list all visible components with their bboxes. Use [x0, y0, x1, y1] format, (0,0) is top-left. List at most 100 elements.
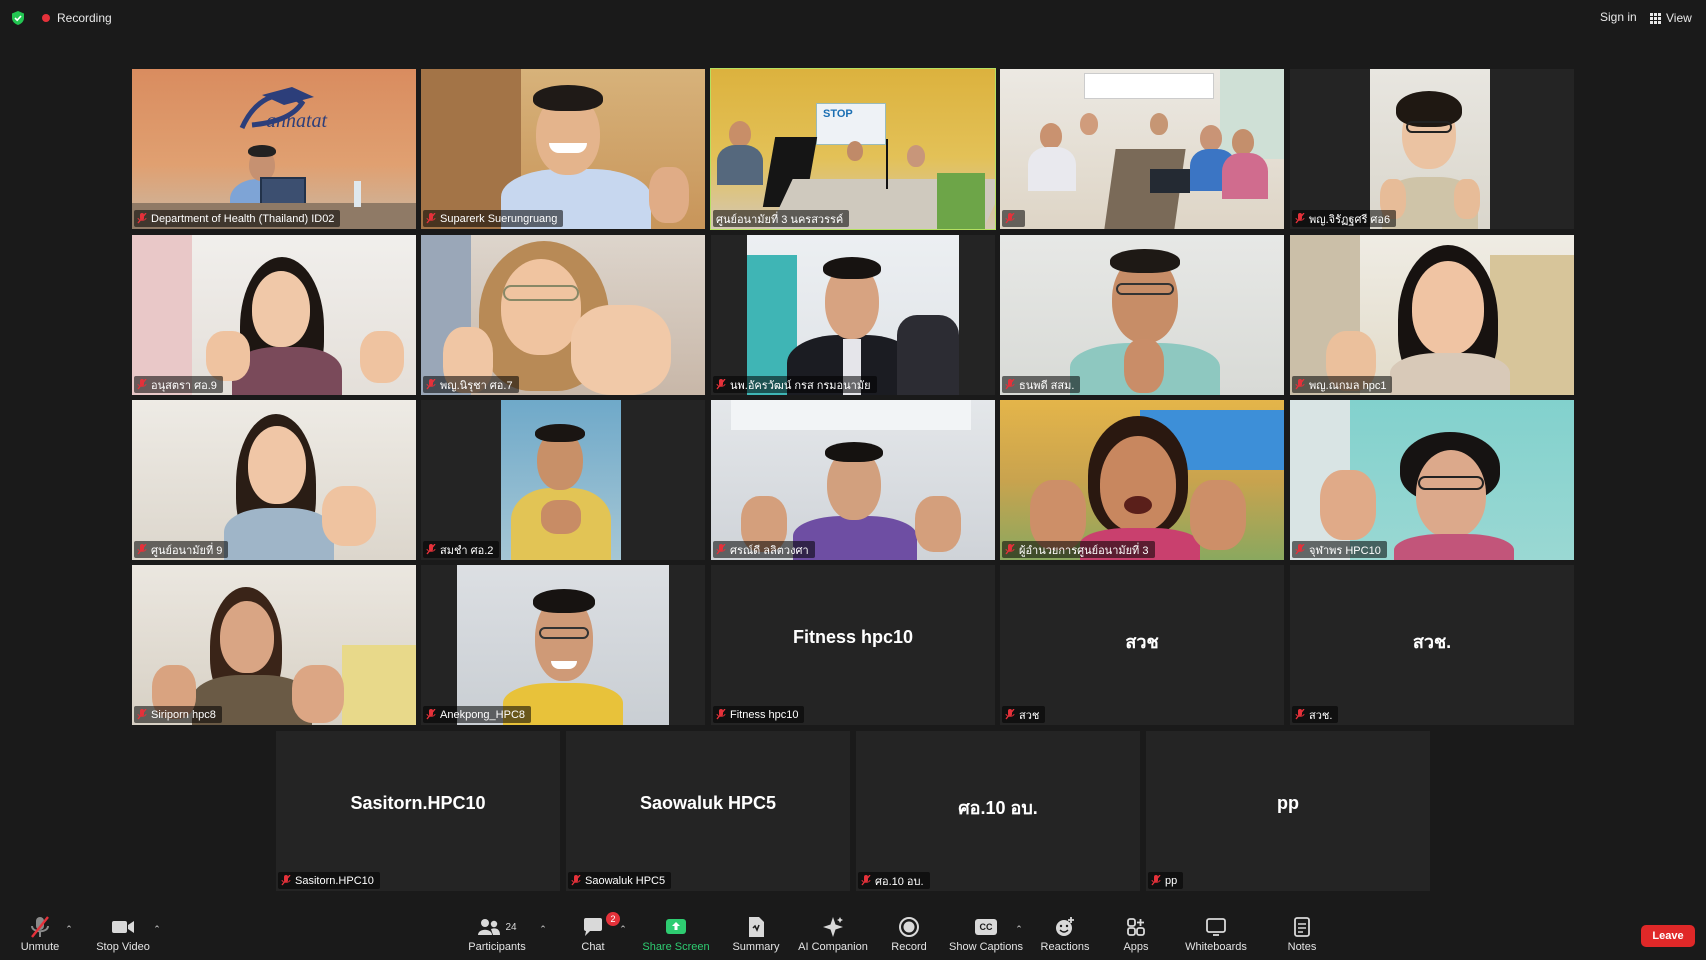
audio-options-caret-icon[interactable]: ⌃: [64, 924, 74, 934]
video-tile-no-camera[interactable]: Sasitorn.HPC10 Sasitorn.HPC10: [276, 731, 560, 891]
muted-mic-icon: [281, 875, 291, 886]
chat-button[interactable]: 2 Chat: [568, 908, 620, 960]
video-tile[interactable]: ผู้อำนวยการศูนย์อนามัยที่ 3: [1000, 400, 1284, 560]
summary-label: Summary: [732, 941, 780, 953]
video-tile[interactable]: พญ.นิรุชา ศอ.7: [421, 235, 705, 395]
unmute-button[interactable]: Unmute: [14, 908, 66, 960]
participant-display-name: สวช: [1125, 632, 1159, 652]
participant-name-label: สวช.: [1292, 706, 1339, 723]
stop-video-button[interactable]: Stop Video: [92, 908, 154, 960]
ai-companion-button[interactable]: AI Companion: [796, 908, 870, 960]
participant-name-label: อนุสตรา ศอ.9: [134, 376, 223, 393]
participant-name-label: นพ.อัครวัฒน์ กรส กรมอนามัย: [713, 376, 877, 393]
view-label: View: [1666, 11, 1692, 25]
view-button[interactable]: View: [1650, 9, 1692, 27]
video-tile-no-camera[interactable]: ศอ.10 อบ. ศอ.10 อบ.: [856, 731, 1140, 891]
participant-name-label: พญ.ณกมล hpc1: [1292, 376, 1393, 393]
participant-name-label: Siriporn hpc8: [134, 706, 222, 723]
zoom-meeting-window: Recording Sign in View annatat Departmen…: [0, 0, 1706, 960]
video-tile-no-camera[interactable]: pp pp: [1146, 731, 1430, 891]
participant-name-label: Sasitorn.HPC10: [278, 872, 380, 889]
participants-count: 24: [505, 921, 517, 933]
participants-options-caret-icon[interactable]: ⌃: [538, 924, 548, 934]
video-tile[interactable]: ศูนย์อนามัยที่ 9: [132, 400, 416, 560]
video-tile[interactable]: Anekpong_HPC8: [421, 565, 705, 725]
show-captions-button[interactable]: CC Show Captions: [948, 908, 1024, 960]
video-tile[interactable]: annatat Department of Health (Thailand) …: [132, 69, 416, 229]
chat-options-caret-icon[interactable]: ⌃: [618, 924, 628, 934]
muted-mic-icon: [571, 875, 581, 886]
video-tile-no-camera[interactable]: สวช. สวช.: [1290, 565, 1574, 725]
video-options-caret-icon[interactable]: ⌃: [152, 924, 162, 934]
participants-icon: [478, 919, 501, 935]
stop-video-label: Stop Video: [96, 941, 150, 953]
muted-mic-icon: [426, 709, 436, 720]
unmute-label: Unmute: [20, 941, 60, 953]
video-tile[interactable]: พญ.ณกมล hpc1: [1290, 235, 1574, 395]
muted-microphone-icon: [31, 916, 49, 938]
participant-name-label: ธนพดี สสม.: [1002, 376, 1081, 393]
muted-mic-icon: [1005, 213, 1015, 224]
participant-name-label: [1002, 210, 1025, 227]
share-screen-label: Share Screen: [642, 941, 710, 953]
share-screen-icon: [666, 919, 686, 934]
muted-mic-icon: [137, 213, 147, 224]
whiteboards-label: Whiteboards: [1185, 941, 1247, 953]
participant-name-label: ผู้อำนวยการศูนย์อนามัยที่ 3: [1002, 541, 1155, 558]
leave-button[interactable]: Leave: [1641, 925, 1695, 947]
participant-display-name: Saowaluk HPC5: [639, 793, 777, 813]
whiteboards-button[interactable]: Whiteboards: [1180, 908, 1252, 960]
sign-in-button[interactable]: Sign in: [1596, 9, 1641, 27]
video-tile[interactable]: อนุสตรา ศอ.9: [132, 235, 416, 395]
participants-label: Participants: [468, 941, 526, 953]
participants-button[interactable]: 24 Participants: [462, 908, 532, 960]
participant-display-name: Fitness hpc10: [792, 627, 914, 647]
muted-mic-icon: [137, 709, 147, 720]
presentation-screen: STOP: [816, 103, 886, 145]
captions-options-caret-icon[interactable]: ⌃: [1014, 924, 1024, 934]
video-tile-no-camera[interactable]: สวช สวช: [1000, 565, 1284, 725]
share-screen-button[interactable]: Share Screen: [642, 908, 710, 960]
record-label: Record: [891, 941, 927, 953]
participant-name-label: สมชำ ศอ.2: [423, 541, 500, 558]
video-tile[interactable]: Suparerk Suerungruang: [421, 69, 705, 229]
video-tile[interactable]: ศรณ์ดี ลลิตวงศา: [711, 400, 995, 560]
apps-icon: [1127, 918, 1145, 936]
video-tile[interactable]: จุฬาพร HPC10: [1290, 400, 1574, 560]
muted-mic-icon: [426, 213, 436, 224]
record-button[interactable]: Record: [886, 908, 932, 960]
video-camera-icon: [112, 921, 134, 933]
participant-name-label: Fitness hpc10: [713, 706, 805, 723]
participant-name-label: ศูนย์อนามัยที่ 3 นครสวรรค์: [713, 210, 850, 227]
participant-name-label: ศรณ์ดี ลลิตวงศา: [713, 541, 815, 558]
video-tile[interactable]: [1000, 69, 1284, 229]
participant-name-label: Anekpong_HPC8: [423, 706, 532, 723]
muted-mic-icon: [1005, 379, 1015, 390]
ai-sparkle-icon: [823, 917, 843, 937]
recording-label: Recording: [57, 11, 112, 25]
svg-text:annatat: annatat: [266, 110, 328, 132]
summary-document-icon: [749, 917, 764, 937]
video-tile[interactable]: พญ.จิรัฏฐศรี ศอ6: [1290, 69, 1574, 229]
video-tile-no-camera[interactable]: Saowaluk HPC5 Saowaluk HPC5: [566, 731, 850, 891]
video-tile-no-camera[interactable]: Fitness hpc10 Fitness hpc10: [711, 565, 995, 725]
muted-mic-icon: [1295, 379, 1305, 390]
video-tile[interactable]: นพ.อัครวัฒน์ กรส กรมอนามัย: [711, 235, 995, 395]
security-shield-icon[interactable]: [10, 10, 26, 26]
muted-mic-icon: [716, 379, 726, 390]
apps-button[interactable]: Apps: [1118, 908, 1154, 960]
recording-indicator[interactable]: Recording: [42, 8, 112, 28]
video-tile[interactable]: ธนพดี สสม.: [1000, 235, 1284, 395]
participant-name-label: สวช: [1002, 706, 1046, 723]
muted-mic-icon: [716, 544, 726, 555]
video-tile[interactable]: Siriporn hpc8: [132, 565, 416, 725]
video-tile-active-speaker[interactable]: STOP ศูนย์อนามัยที่ 3 นครสวรรค์: [710, 68, 996, 230]
chat-bubble-icon: [584, 918, 602, 936]
participant-name-label: ศอ.10 อบ.: [858, 872, 930, 889]
notes-button[interactable]: Notes: [1280, 908, 1324, 960]
participant-name-label: จุฬาพร HPC10: [1292, 541, 1387, 558]
summary-button[interactable]: Summary: [728, 908, 784, 960]
reactions-button[interactable]: Reactions: [1038, 908, 1092, 960]
muted-mic-icon: [137, 379, 147, 390]
video-tile[interactable]: สมชำ ศอ.2: [421, 400, 705, 560]
